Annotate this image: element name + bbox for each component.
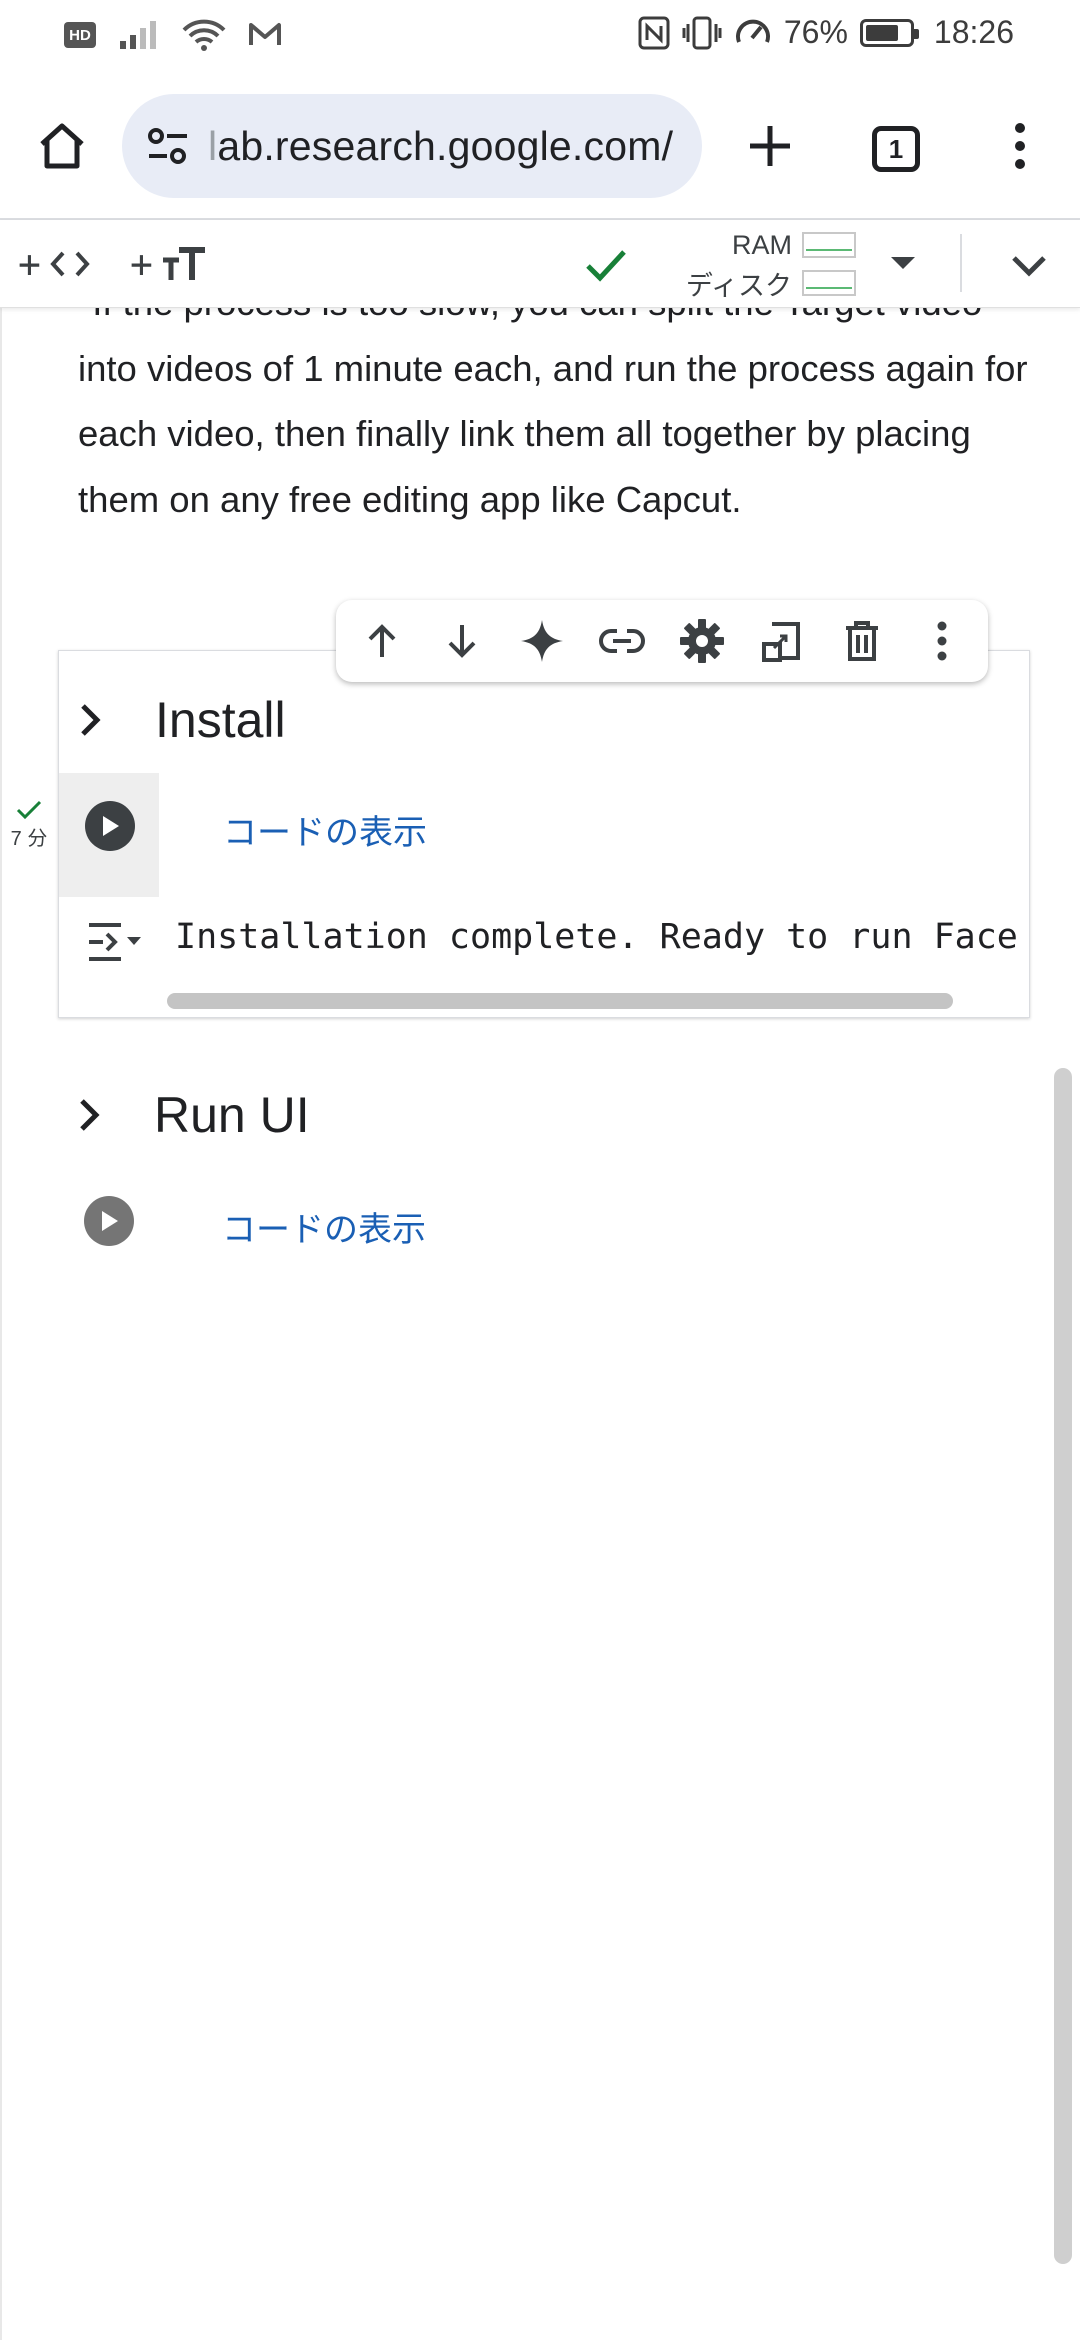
resource-monitor[interactable]: RAM ディスク bbox=[666, 226, 856, 302]
execution-status: 7 分 bbox=[6, 796, 52, 851]
toolbar-separator bbox=[960, 234, 962, 292]
plus-icon: + bbox=[130, 242, 153, 286]
notebook-vertical-scrollbar[interactable] bbox=[1054, 1068, 1072, 2264]
mirror-cell-button[interactable] bbox=[754, 613, 810, 669]
battery-level bbox=[865, 24, 898, 41]
install-section-header[interactable]: Install bbox=[69, 691, 286, 749]
check-icon bbox=[16, 800, 42, 820]
plus-icon: + bbox=[18, 242, 41, 286]
tab-switcher-button[interactable]: 1 bbox=[872, 126, 920, 172]
execution-time: 7 分 bbox=[10, 828, 48, 850]
chevron-down-icon[interactable] bbox=[1006, 246, 1052, 286]
cell-toolbar bbox=[336, 600, 988, 682]
ram-label: RAM bbox=[732, 229, 792, 260]
url-text[interactable]: lab.research.google.com/ bbox=[208, 123, 673, 170]
chevron-right-icon[interactable] bbox=[68, 1093, 112, 1137]
copy-link-button[interactable] bbox=[594, 613, 650, 669]
section-title-install: Install bbox=[155, 692, 286, 748]
data-saver-icon bbox=[735, 19, 770, 43]
section-title-run-ui: Run UI bbox=[154, 1087, 310, 1143]
show-code-link-run-ui[interactable]: コードの表示 bbox=[222, 1202, 426, 1251]
run-cell-button[interactable] bbox=[84, 1196, 134, 1246]
text-cell[interactable]: *If the process is too slow, you can spl… bbox=[0, 308, 1080, 608]
run-cell-button[interactable] bbox=[85, 801, 135, 851]
text-cell-paragraph: *If the process is too slow, you can spl… bbox=[78, 308, 1028, 520]
add-text-cell-button[interactable]: + bbox=[130, 242, 207, 286]
mail-icon bbox=[249, 23, 281, 45]
run-ui-section-header[interactable]: Run UI bbox=[68, 1086, 310, 1144]
trash-icon bbox=[846, 621, 878, 661]
more-cell-actions-button[interactable] bbox=[914, 613, 970, 669]
sparkle-icon bbox=[521, 620, 563, 662]
browser-menu-button[interactable] bbox=[1000, 114, 1040, 178]
output-text: Installation complete. Ready to run Face bbox=[175, 917, 1018, 957]
output-actions-icon[interactable] bbox=[85, 919, 143, 965]
gear-icon bbox=[680, 619, 724, 663]
disk-label: ディスク bbox=[685, 270, 792, 301]
battery-icon bbox=[859, 18, 919, 47]
play-icon bbox=[103, 816, 119, 836]
install-cell[interactable]: Install コードの表示 Installation complete. Re… bbox=[58, 650, 1030, 1018]
signal-icon bbox=[120, 21, 156, 49]
nfc-icon bbox=[638, 16, 670, 49]
site-settings-button[interactable] bbox=[138, 126, 198, 166]
colab-toolbar: + + RAM ディスク bbox=[0, 220, 1080, 308]
new-tab-button[interactable] bbox=[736, 112, 804, 180]
notebook-left-edge bbox=[0, 308, 2, 2340]
text-size-icon bbox=[162, 247, 205, 280]
hd-icon: HD bbox=[64, 22, 96, 48]
vibrate-icon bbox=[682, 16, 722, 49]
more-vert-icon bbox=[1015, 123, 1025, 169]
ram-meter bbox=[802, 232, 856, 258]
show-code-link-install[interactable]: コードの表示 bbox=[223, 805, 427, 854]
delete-cell-button[interactable] bbox=[834, 613, 890, 669]
arrow-up-icon bbox=[368, 624, 396, 657]
clock: 18:26 bbox=[933, 14, 1014, 50]
mirror-cell-icon bbox=[762, 622, 800, 662]
home-icon bbox=[40, 123, 84, 169]
home-button[interactable] bbox=[30, 114, 94, 178]
plus-icon bbox=[750, 126, 790, 166]
address-bar[interactable]: lab.research.google.com/ bbox=[122, 94, 702, 198]
gemini-button[interactable] bbox=[514, 613, 570, 669]
cell-output: Installation complete. Ready to run Face bbox=[59, 901, 1029, 981]
disk-meter bbox=[802, 270, 856, 296]
code-icon bbox=[50, 251, 90, 277]
move-cell-down-button[interactable] bbox=[434, 613, 490, 669]
battery-percent: 76% bbox=[783, 14, 848, 50]
more-vert-icon bbox=[937, 621, 947, 661]
add-code-cell-button[interactable]: + bbox=[18, 242, 91, 286]
play-icon bbox=[102, 1211, 118, 1231]
tune-icon bbox=[148, 128, 187, 164]
runtime-dropdown-icon[interactable] bbox=[888, 248, 918, 278]
arrow-down-icon bbox=[448, 625, 476, 658]
output-horizontal-scrollbar[interactable] bbox=[167, 993, 953, 1009]
move-cell-up-button[interactable] bbox=[354, 613, 410, 669]
wifi-icon bbox=[182, 19, 226, 51]
chevron-right-icon[interactable] bbox=[69, 698, 113, 742]
link-icon bbox=[599, 629, 645, 653]
cell-settings-button[interactable] bbox=[674, 613, 730, 669]
connected-check-icon[interactable] bbox=[582, 240, 630, 288]
browser-toolbar: lab.research.google.com/ 1 bbox=[0, 86, 1080, 206]
status-bar: HD 76% 18:26 bbox=[0, 0, 1080, 76]
